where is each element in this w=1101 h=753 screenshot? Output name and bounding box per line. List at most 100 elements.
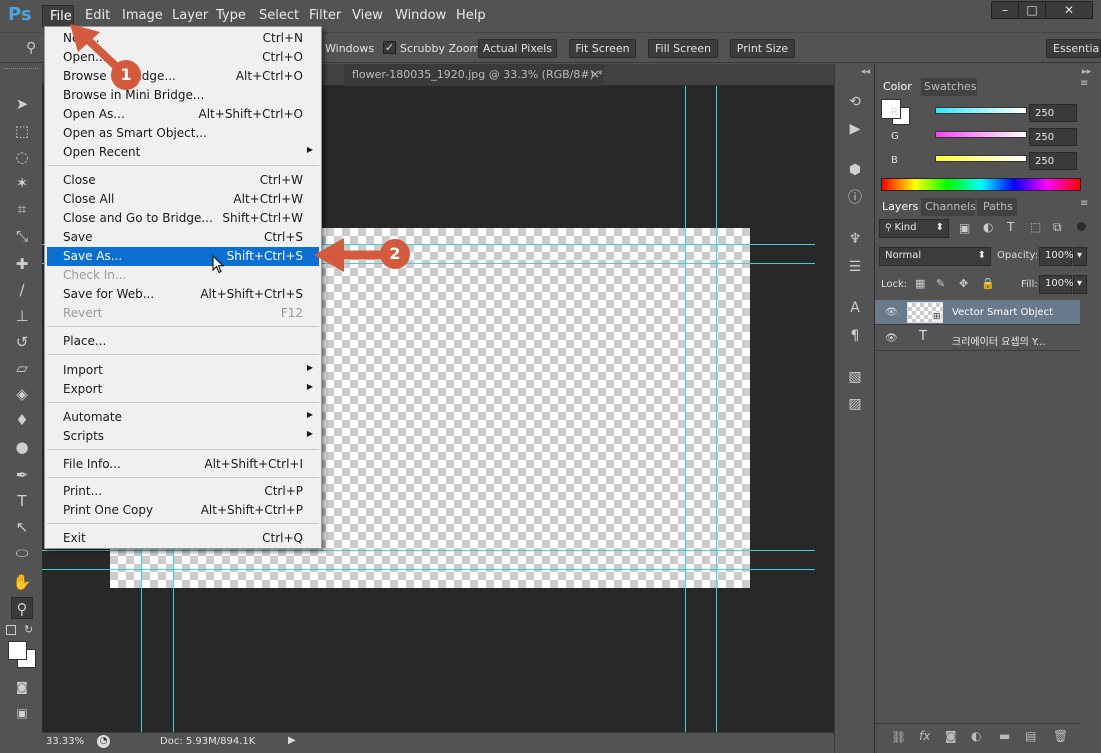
- menu-edit[interactable]: Edit: [85, 8, 110, 23]
- layer-name[interactable]: Vector Smart Object: [952, 307, 1053, 318]
- tab-channels[interactable]: Channels: [921, 198, 976, 216]
- menu-item-save[interactable]: Save Ctrl+S: [47, 228, 319, 247]
- blur-tool-icon[interactable]: ♦: [11, 409, 33, 431]
- menu-image[interactable]: Image: [122, 8, 163, 23]
- color-panel-menu-icon[interactable]: ≡: [1080, 78, 1088, 89]
- guide-vertical[interactable]: [716, 86, 717, 732]
- visibility-eye-icon[interactable]: 👁: [885, 333, 898, 344]
- fx-icon[interactable]: fx: [919, 729, 930, 743]
- marquee-tool-icon[interactable]: ⬚: [11, 120, 33, 142]
- fill-screen-button[interactable]: Fill Screen: [648, 39, 718, 58]
- info-panel-icon[interactable]: ⓘ: [845, 188, 865, 208]
- fill-field[interactable]: 100%: [1039, 275, 1074, 294]
- opacity-dropdown-button[interactable]: ▾: [1073, 247, 1087, 266]
- tab-paths[interactable]: Paths: [977, 198, 1017, 216]
- blend-mode-select[interactable]: Normal ⬍: [879, 247, 991, 266]
- green-slider[interactable]: [935, 131, 1027, 138]
- color-spectrum-ramp[interactable]: [881, 178, 1081, 191]
- blue-slider[interactable]: [935, 155, 1027, 162]
- tab-layers[interactable]: Layers: [878, 198, 918, 216]
- paint-bucket-tool-icon[interactable]: ◈: [11, 383, 33, 405]
- menu-select[interactable]: Select: [259, 8, 299, 23]
- menu-item-print[interactable]: Print... Ctrl+P: [47, 482, 319, 501]
- adjustments-icon[interactable]: ☰: [845, 257, 865, 277]
- menu-item-open-as[interactable]: Open As... Alt+Shift+Ctrl+O: [47, 105, 319, 124]
- green-value-field[interactable]: 250: [1029, 128, 1077, 146]
- close-window-button[interactable]: ✕: [1045, 1, 1093, 19]
- layer-row-smart-object[interactable]: 👁 ⊞ Vector Smart Object: [875, 300, 1080, 325]
- fit-screen-button[interactable]: Fit Screen: [569, 39, 636, 58]
- toolbar-grip[interactable]: [4, 68, 38, 74]
- menu-item-browse-in-mini-bridge[interactable]: Browse in Mini Bridge...: [47, 86, 319, 105]
- new-group-icon[interactable]: ▬: [999, 729, 1010, 743]
- expand-panels-icon[interactable]: ▸▸: [1082, 67, 1091, 77]
- lock-all-icon[interactable]: 🔒: [981, 277, 995, 290]
- filter-adjustment-icon[interactable]: ◐: [983, 220, 993, 234]
- menu-help[interactable]: Help: [456, 8, 486, 23]
- actual-pixels-button[interactable]: Actual Pixels: [478, 39, 557, 58]
- menu-item-close[interactable]: Close Ctrl+W: [47, 171, 319, 190]
- menu-item-file-info[interactable]: File Info... Alt+Shift+Ctrl+I: [47, 455, 319, 474]
- maximize-button[interactable]: □: [1018, 1, 1046, 19]
- red-value-field[interactable]: 250: [1029, 104, 1077, 122]
- menu-item-automate[interactable]: Automate ▶: [47, 408, 319, 427]
- menu-type[interactable]: Type: [216, 8, 246, 23]
- menu-item-save-for-web[interactable]: Save for Web... Alt+Shift+Ctrl+S: [47, 285, 319, 304]
- menu-item-export[interactable]: Export ▶: [47, 380, 319, 399]
- history-panel-icon[interactable]: ⟲: [845, 92, 865, 112]
- zoom-level[interactable]: 33.33%: [46, 736, 84, 747]
- tab-swatches[interactable]: Swatches: [921, 78, 977, 96]
- status-menu-arrow-icon[interactable]: ▶: [288, 735, 296, 746]
- info-icon[interactable]: ◔: [97, 735, 110, 748]
- dodge-tool-icon[interactable]: ●: [11, 436, 33, 458]
- menu-item-close-and-go-to-bridge[interactable]: Close and Go to Bridge... Shift+Ctrl+W: [47, 209, 319, 228]
- workspace-switcher[interactable]: Essential: [1046, 39, 1101, 58]
- layer-name[interactable]: 크리에이터 요셉의 Y...: [952, 333, 1046, 348]
- character-panel-icon[interactable]: A: [845, 298, 865, 318]
- path-selection-tool-icon[interactable]: ↖: [11, 516, 33, 538]
- lock-position-icon[interactable]: ✥: [959, 277, 968, 290]
- filter-shape-icon[interactable]: ⬚: [1030, 220, 1041, 234]
- move-tool-icon[interactable]: ➤: [11, 93, 33, 115]
- actions-panel-icon[interactable]: ▶: [845, 119, 865, 139]
- delete-layer-icon[interactable]: 🗑: [1053, 729, 1068, 743]
- menu-item-print-one-copy[interactable]: Print One Copy Alt+Shift+Ctrl+P: [47, 501, 319, 520]
- filter-pixel-icon[interactable]: ▣: [959, 221, 970, 235]
- blue-value-field[interactable]: 250: [1029, 152, 1077, 170]
- guide-horizontal[interactable]: [42, 550, 815, 551]
- guide-horizontal[interactable]: [42, 569, 815, 570]
- paragraph-panel-icon[interactable]: ¶: [845, 326, 865, 346]
- lasso-tool-icon[interactable]: ◌: [11, 146, 33, 168]
- menu-filter[interactable]: Filter: [309, 8, 341, 23]
- hand-tool-icon[interactable]: ✋: [11, 571, 33, 593]
- lock-image-icon[interactable]: ✎: [936, 277, 945, 290]
- crop-tool-icon[interactable]: ⌗: [11, 198, 33, 220]
- guide-vertical[interactable]: [685, 86, 686, 732]
- paragraph-styles-icon[interactable]: ▨: [845, 394, 865, 414]
- menu-layer[interactable]: Layer: [172, 8, 208, 23]
- menu-item-save-as[interactable]: Save As... Shift+Ctrl+S: [47, 247, 319, 266]
- character-styles-icon[interactable]: ▧: [845, 367, 865, 387]
- zoom-tool-button-icon[interactable]: ⚲: [11, 597, 33, 619]
- eraser-tool-icon[interactable]: ▱: [11, 357, 33, 379]
- menu-item-place[interactable]: Place...: [47, 332, 319, 351]
- layer-filter-kind-select[interactable]: ⚲ Kind ⬍: [879, 219, 949, 238]
- link-layers-icon[interactable]: ⛓: [891, 730, 906, 744]
- document-tab[interactable]: flower-180035_1920.jpg @ 33.3% (RGB/8#) …: [344, 64, 604, 86]
- filter-toggle[interactable]: [1077, 222, 1086, 231]
- filter-smart-object-icon[interactable]: ⧉: [1053, 220, 1062, 235]
- screen-mode-icon[interactable]: ▣: [11, 702, 33, 724]
- filter-type-icon[interactable]: T: [1007, 220, 1014, 234]
- collapse-panels-icon[interactable]: ◂◂: [861, 67, 870, 77]
- menu-view[interactable]: View: [352, 8, 383, 23]
- ellipse-tool-icon[interactable]: ⬭: [11, 542, 33, 564]
- quick-mask-icon[interactable]: ◙: [11, 676, 33, 698]
- swap-colors-icon[interactable]: ↻: [24, 623, 33, 636]
- red-slider[interactable]: [935, 107, 1027, 114]
- menu-item-import[interactable]: Import ▶: [47, 361, 319, 380]
- minimize-button[interactable]: –: [991, 1, 1019, 19]
- scrubby-zoom-checkbox[interactable]: ✓: [383, 41, 396, 54]
- menu-window[interactable]: Window: [395, 8, 446, 23]
- adjustment-layer-icon[interactable]: ◐: [971, 729, 981, 743]
- menu-item-scripts[interactable]: Scripts ▶: [47, 427, 319, 446]
